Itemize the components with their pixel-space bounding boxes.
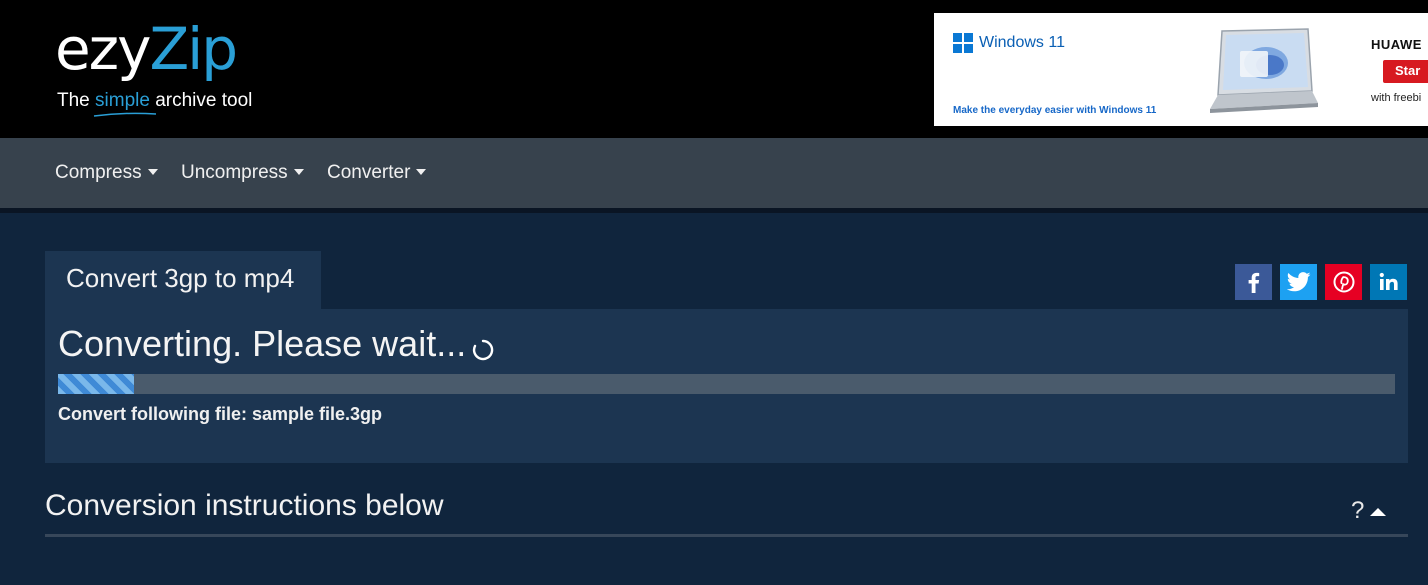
nav-converter-label: Converter — [327, 162, 411, 183]
converting-file-label: Convert following file: sample file.3gp — [58, 404, 383, 424]
ezyzip-logo[interactable]: ezyZip The simple archive tool — [55, 15, 252, 117]
conversion-status-text: Converting. Please wait... — [58, 323, 467, 364]
tagline-before: The — [57, 90, 96, 111]
nav-compress-label: Compress — [55, 162, 142, 183]
nav-converter-dropdown[interactable]: Converter — [327, 162, 427, 184]
tab-convert-label: Convert 3gp to mp4 — [66, 263, 295, 293]
windows-logo-icon — [953, 33, 973, 53]
logo-wordmark: ezyZip — [55, 15, 238, 83]
loading-spinner-icon — [473, 339, 494, 361]
instructions-heading: Conversion instructions below — [45, 489, 444, 522]
conversion-panel: Converting. Please wait... Convert follo… — [45, 309, 1408, 463]
linkedin-icon — [1379, 272, 1398, 290]
progress-fill — [58, 374, 135, 394]
caret-down-icon — [416, 169, 427, 175]
facebook-icon — [1248, 272, 1259, 293]
instructions-toggle-button[interactable]: ? — [1351, 497, 1387, 525]
nav-compress-dropdown[interactable]: Compress — [55, 162, 158, 184]
conversion-progress-bar — [58, 374, 1395, 394]
main-navbar: Compress Uncompress Converter — [0, 138, 1428, 208]
section-divider — [45, 534, 1408, 537]
caret-up-icon — [1370, 508, 1387, 516]
tab-convert[interactable]: Convert 3gp to mp4 — [45, 251, 321, 309]
caret-down-icon — [293, 169, 304, 175]
twitter-icon — [1286, 272, 1310, 292]
ad-brand-name: HUAWE — [1371, 37, 1422, 52]
caret-down-icon — [147, 169, 158, 175]
tagline-after: archive tool — [149, 90, 253, 111]
ad-windows-brand: Windows 11 — [953, 33, 1065, 53]
ad-freebie-text: with freebi — [1371, 92, 1422, 104]
nav-divider — [0, 208, 1428, 213]
tagline-highlight: simple — [95, 90, 150, 111]
logo-tagline: The simple archive tool — [57, 90, 253, 117]
nav-uncompress-dropdown[interactable]: Uncompress — [181, 162, 304, 184]
ad-tagline: Make the everyday easier with Windows 11 — [953, 105, 1157, 116]
share-linkedin-button[interactable] — [1370, 264, 1407, 300]
site-header: ezyZip The simple archive tool Windows 1… — [0, 0, 1428, 138]
advertisement-banner[interactable]: Windows 11 Make the everyday easier with… — [934, 13, 1428, 126]
ad-start-button[interactable]: Star — [1383, 60, 1428, 83]
share-pinterest-button[interactable] — [1325, 264, 1362, 300]
share-facebook-button[interactable] — [1235, 264, 1272, 300]
logo-part-ezy: ezy — [55, 15, 151, 83]
ad-product-name: Windows 11 — [979, 34, 1065, 51]
laptop-image-icon — [1210, 28, 1318, 113]
pinterest-icon — [1333, 271, 1354, 293]
logo-part-zip: Zip — [149, 15, 238, 83]
tagline-swoosh-icon — [93, 112, 157, 117]
share-twitter-button[interactable] — [1280, 264, 1317, 300]
help-label: ? — [1351, 497, 1365, 524]
conversion-status: Converting. Please wait... — [58, 323, 494, 365]
nav-uncompress-label: Uncompress — [181, 162, 288, 183]
